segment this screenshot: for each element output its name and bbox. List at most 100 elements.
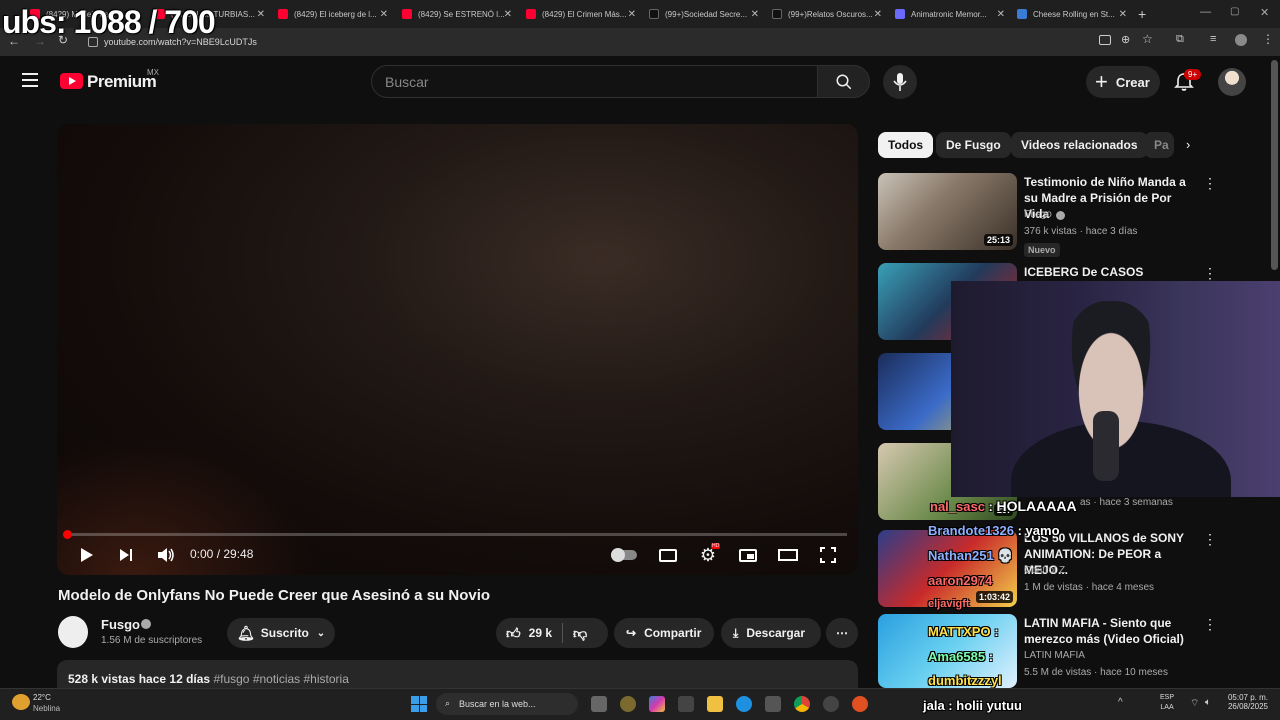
- subscribed-button[interactable]: 🔔︎ Suscrito ⌄: [227, 618, 335, 648]
- progress-scrubber[interactable]: [63, 530, 72, 539]
- logo-text[interactable]: Premium: [87, 72, 157, 92]
- copilot-icon[interactable]: [649, 696, 665, 712]
- user-avatar[interactable]: [1218, 68, 1246, 96]
- app-icon[interactable]: [765, 696, 781, 712]
- close-tab-icon[interactable]: ✕: [751, 9, 759, 20]
- dislike-icon[interactable]: 👎︎: [573, 625, 587, 642]
- zoom-icon[interactable]: ⊕: [1121, 33, 1130, 46]
- share-button[interactable]: ↪ Compartir: [614, 618, 714, 648]
- download-button[interactable]: ⤓ Descargar: [721, 618, 821, 648]
- close-tab-icon[interactable]: ✕: [1119, 9, 1127, 20]
- related-channel[interactable]: LATIN MAFIA: [1024, 650, 1085, 661]
- views-date: 528 k vistas hace 12 días: [68, 672, 211, 686]
- store-icon[interactable]: [678, 696, 694, 712]
- wifi-icon[interactable]: ⌔: [1190, 697, 1199, 710]
- browser-tab[interactable]: (8429) El Crimen Más... ✕: [526, 4, 636, 24]
- related-channel[interactable]: Control Z: [1024, 565, 1065, 576]
- next-button[interactable]: [116, 545, 136, 565]
- close-tab-icon[interactable]: ✕: [874, 9, 882, 20]
- hd-badge: HD: [711, 543, 721, 549]
- hashtags[interactable]: #fusgo #noticias #historia: [213, 672, 348, 686]
- maximize-icon[interactable]: ▢: [1230, 6, 1239, 17]
- browser-tab[interactable]: (99+)Relatos Oscuros... ✕: [772, 4, 882, 24]
- like-count[interactable]: 29 k: [529, 626, 552, 640]
- search-input[interactable]: Buscar: [371, 65, 818, 98]
- channel-avatar[interactable]: [58, 616, 88, 648]
- close-tab-icon[interactable]: ✕: [628, 9, 636, 20]
- like-icon[interactable]: 👍︎: [506, 625, 521, 642]
- media-control-icon[interactable]: ≡: [1210, 33, 1216, 45]
- chevron-right-icon[interactable]: ›: [1186, 137, 1190, 152]
- subtitles-button[interactable]: [657, 545, 679, 565]
- edge-icon[interactable]: [736, 696, 752, 712]
- browser-tab[interactable]: Animatronic Memor... ✕: [895, 4, 1005, 24]
- settings-button[interactable]: ⚙ HD: [697, 543, 721, 565]
- more-actions-button[interactable]: ⋯: [826, 618, 858, 648]
- more-vertical-icon[interactable]: ⋮: [1203, 176, 1217, 190]
- windows-start-icon[interactable]: [411, 696, 427, 712]
- related-thumbnail[interactable]: 25:13: [878, 173, 1017, 250]
- chip-todos[interactable]: Todos: [878, 132, 934, 158]
- video-player[interactable]: [57, 124, 858, 575]
- app-icon[interactable]: [620, 696, 636, 712]
- microphone-icon: [893, 73, 907, 91]
- browser-tab[interactable]: (8429) Se ESTRENÓ l... ✕: [402, 4, 512, 24]
- speaker-icon[interactable]: 🔈︎: [1205, 697, 1211, 708]
- close-tab-icon[interactable]: ✕: [380, 9, 388, 20]
- close-tab-icon[interactable]: ✕: [257, 9, 265, 20]
- windows-taskbar: [0, 688, 1280, 720]
- browser-tab[interactable]: Cheese Rolling en St... ✕: [1017, 4, 1127, 24]
- miniplayer-button[interactable]: [737, 545, 759, 565]
- play-icon: [81, 548, 93, 562]
- browser-tab[interactable]: (8429) El iceberg de l... ✕: [278, 4, 388, 24]
- weather-icon[interactable]: [12, 694, 30, 710]
- taskbar-search[interactable]: Buscar en la web...: [436, 693, 578, 715]
- related-title[interactable]: ICEBERG De CASOS: [1024, 264, 1196, 280]
- autoplay-toggle[interactable]: [610, 545, 638, 565]
- menu-hamburger-icon[interactable]: [22, 73, 38, 87]
- app-icon[interactable]: [823, 696, 839, 712]
- more-vertical-icon[interactable]: ⋮: [1203, 617, 1217, 631]
- profile-icon[interactable]: [1235, 34, 1247, 46]
- browser-tab[interactable]: (99+)Sociedad Secre... ✕: [649, 4, 759, 24]
- play-button[interactable]: [77, 545, 97, 565]
- search-button[interactable]: [817, 65, 870, 98]
- app-icon[interactable]: [852, 696, 868, 712]
- voice-search-button[interactable]: [883, 65, 917, 99]
- language-indicator[interactable]: ESP LAA: [1160, 693, 1174, 713]
- file-explorer-icon[interactable]: [707, 696, 723, 712]
- tiktok-favicon: [772, 9, 782, 19]
- youtube-logo-icon[interactable]: [60, 73, 83, 89]
- close-tab-icon[interactable]: ✕: [997, 9, 1005, 20]
- clock[interactable]: 05:07 p. m. 26/08/2025: [1226, 693, 1268, 711]
- browser-menu-icon[interactable]: ⋮: [1262, 32, 1274, 46]
- install-app-icon[interactable]: [1099, 35, 1111, 45]
- progress-bar[interactable]: [67, 533, 847, 536]
- chip-partial[interactable]: Pa: [1144, 132, 1174, 158]
- youtube-favicon: [402, 9, 412, 19]
- close-window-icon[interactable]: ✕: [1260, 6, 1269, 19]
- chip-videos-relacionados[interactable]: Videos relacionados: [1011, 132, 1148, 158]
- weather-temp[interactable]: 22°C: [33, 693, 51, 702]
- minimize-icon[interactable]: —: [1200, 6, 1211, 18]
- related-channel[interactable]: Fusgo: [1024, 209, 1052, 220]
- channel-name[interactable]: Fusgo: [101, 617, 140, 632]
- more-vertical-icon[interactable]: ⋮: [1203, 266, 1217, 280]
- bookmark-star-icon[interactable]: ☆: [1142, 32, 1153, 46]
- related-thumbnail[interactable]: 1:03:42: [878, 530, 1017, 607]
- new-tab-icon[interactable]: +: [1138, 6, 1146, 22]
- search-icon: ⌕: [445, 698, 451, 708]
- extensions-icon[interactable]: ⧉: [1176, 33, 1184, 46]
- fullscreen-button[interactable]: [817, 545, 839, 565]
- chip-de-fusgo[interactable]: De Fusgo: [936, 132, 1011, 158]
- task-view-icon[interactable]: [591, 696, 607, 712]
- more-vertical-icon[interactable]: ⋮: [1203, 532, 1217, 546]
- create-button[interactable]: + Crear: [1086, 66, 1160, 98]
- page-scrollbar[interactable]: [1271, 60, 1278, 270]
- related-title[interactable]: LATIN MAFIA - Siento que merezco más (Vi…: [1024, 615, 1196, 647]
- close-tab-icon[interactable]: ✕: [504, 9, 512, 20]
- tray-chevron-icon[interactable]: ^: [1118, 697, 1123, 708]
- theater-mode-button[interactable]: [777, 545, 799, 565]
- chrome-icon[interactable]: [794, 696, 810, 712]
- volume-button[interactable]: [155, 545, 177, 565]
